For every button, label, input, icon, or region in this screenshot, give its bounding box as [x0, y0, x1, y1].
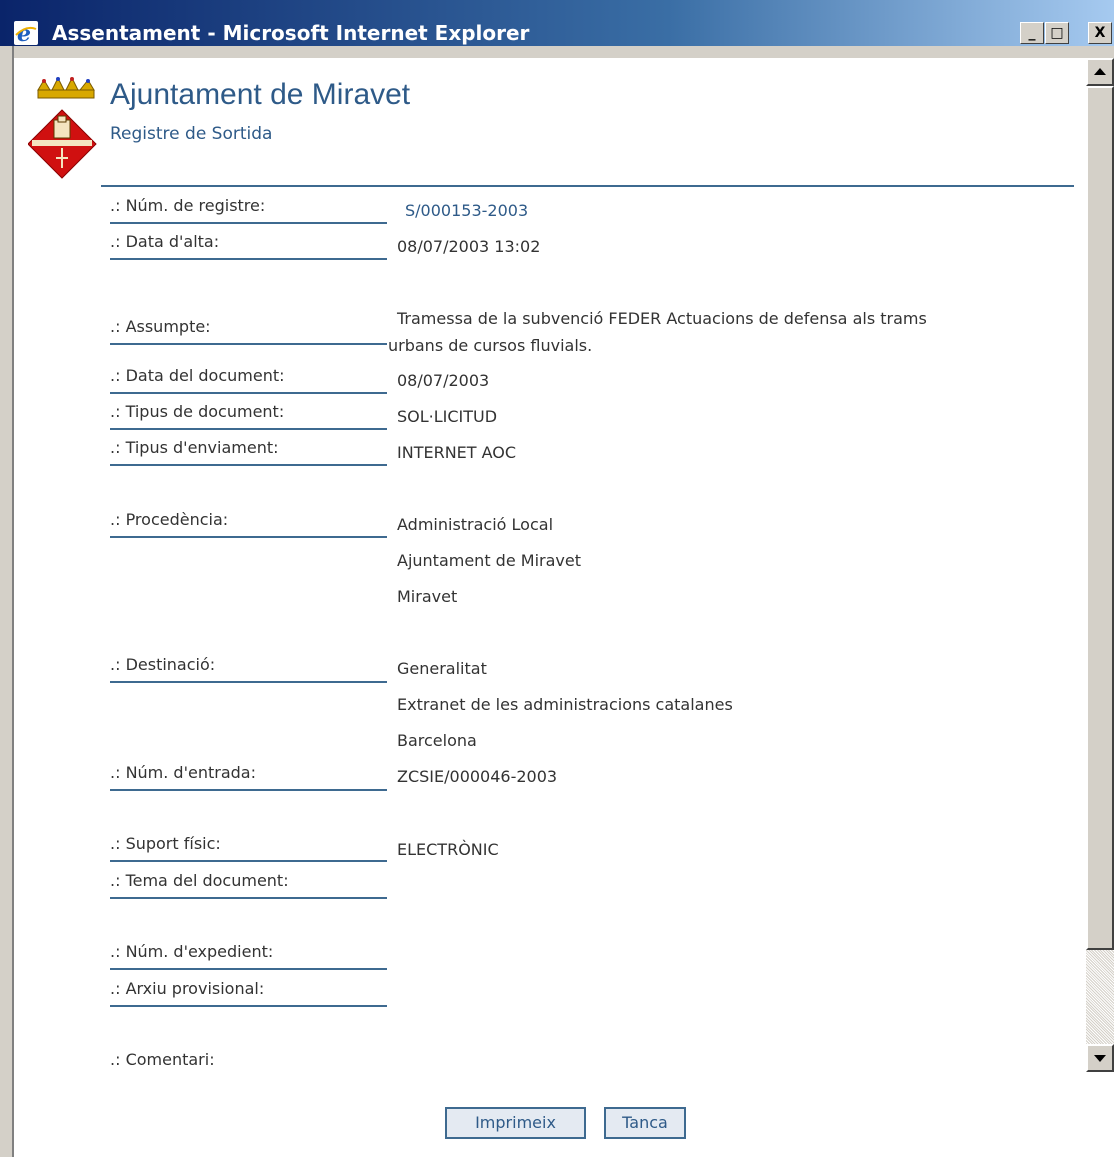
internet-explorer-icon: e — [14, 21, 38, 45]
label-data-alta: .: Data d'alta: — [110, 232, 387, 260]
value-destinacio-1: Generalitat — [397, 659, 487, 678]
vertical-scrollbar[interactable] — [1086, 58, 1114, 1072]
scroll-up-button[interactable] — [1086, 58, 1114, 86]
label-num-expedient: .: Núm. d'expedient: — [110, 942, 387, 970]
window-frame-left — [0, 46, 14, 1157]
value-destinacio-2: Extranet de les administracions catalane… — [397, 695, 733, 714]
label-num-entrada: .: Núm. d'entrada: — [110, 763, 387, 791]
value-data-alta: 08/07/2003 13:02 — [397, 237, 541, 256]
value-assumpte-line1: Tramessa de la subvenció FEDER Actuacion… — [397, 309, 927, 328]
scroll-down-button[interactable] — [1086, 1044, 1114, 1072]
organization-name: Ajuntament de Miravet — [110, 78, 411, 111]
label-tipus-enviament: .: Tipus d'enviament: — [110, 438, 387, 466]
maximize-icon: □ — [1050, 25, 1064, 41]
coat-of-arms-logo — [28, 76, 97, 179]
label-procedencia: .: Procedència: — [110, 510, 387, 538]
value-procedencia-1: Administració Local — [397, 515, 554, 534]
label-tema-document: .: Tema del document: — [110, 871, 387, 899]
value-num-entrada: ZCSIE/000046-2003 — [397, 767, 558, 786]
window-frame-top — [14, 46, 1114, 58]
minimize-icon: _ — [1028, 25, 1036, 41]
value-tipus-enviament: INTERNET AOC — [397, 443, 517, 462]
close-icon: X — [1094, 25, 1106, 41]
scroll-thumb[interactable] — [1086, 86, 1114, 950]
label-data-document: .: Data del document: — [110, 366, 387, 394]
window-titlebar[interactable]: e Assentament - Microsoft Internet Explo… — [0, 0, 1114, 46]
maximize-button[interactable]: □ — [1045, 22, 1069, 44]
label-comentari: .: Comentari: — [110, 1050, 215, 1069]
value-suport-fisic: ELECTRÒNIC — [397, 840, 499, 859]
value-num-registre[interactable]: S/000153-2003 — [405, 201, 528, 221]
value-data-document: 08/07/2003 — [397, 371, 490, 390]
arrow-up-icon — [1094, 68, 1106, 75]
close-window-button[interactable]: X — [1088, 22, 1112, 44]
value-assumpte-line2: urbans de cursos fluvials. — [388, 336, 593, 355]
window-title: Assentament - Microsoft Internet Explore… — [52, 21, 530, 45]
print-button[interactable]: Imprimeix — [445, 1107, 586, 1139]
value-tipus-document: SOL·LICITUD — [397, 407, 498, 426]
value-procedencia-3: Miravet — [397, 587, 458, 606]
value-destinacio-3: Barcelona — [397, 731, 477, 750]
minimize-button[interactable]: _ — [1020, 22, 1044, 44]
label-num-registre: .: Núm. de registre: — [110, 196, 387, 224]
value-procedencia-2: Ajuntament de Miravet — [397, 551, 581, 570]
close-button[interactable]: Tanca — [604, 1107, 686, 1139]
label-tipus-document: .: Tipus de document: — [110, 402, 387, 430]
label-arxiu-provisional: .: Arxiu provisional: — [110, 979, 387, 1007]
label-suport-fisic: .: Suport físic: — [110, 834, 387, 862]
arrow-down-icon — [1094, 1055, 1106, 1062]
label-destinacio: .: Destinació: — [110, 655, 387, 683]
label-assumpte: .: Assumpte: — [110, 317, 387, 345]
header-divider — [101, 185, 1074, 187]
section-title: Registre de Sortida — [110, 124, 273, 144]
